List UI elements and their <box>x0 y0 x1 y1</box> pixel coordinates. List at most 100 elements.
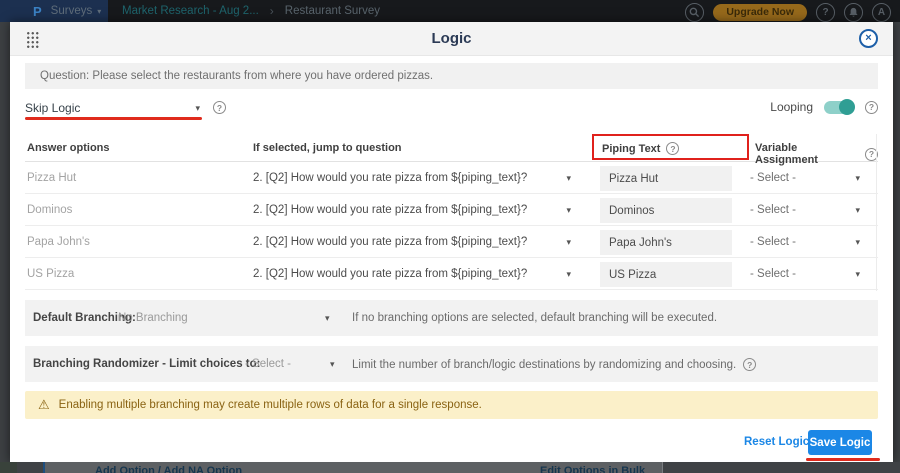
breadcrumb-parent-link[interactable]: Market Research - Aug 2... <box>122 5 259 17</box>
piping-text-help-icon[interactable]: ? <box>666 142 679 155</box>
jump-to-question-value: 2. [Q2] How would you rate pizza from ${… <box>253 204 527 216</box>
annotation-underline-save-logic <box>806 458 880 461</box>
variable-assignment-value: - Select - <box>750 268 796 280</box>
add-option-link: Add Option / Add NA Option <box>95 465 242 473</box>
jump-to-question-select[interactable]: 2. [Q2] How would you rate pizza from ${… <box>253 172 571 184</box>
caret-down-icon: ▾ <box>855 269 860 280</box>
branching-randomizer-help-icon[interactable]: ? <box>743 358 756 371</box>
table-row: Pizza Hut 2. [Q2] How would you rate piz… <box>25 162 878 194</box>
drag-handle-icon[interactable] <box>26 31 39 49</box>
questionpro-logo: P <box>33 4 42 19</box>
variable-assignment-value: - Select - <box>750 204 796 216</box>
variable-assignment-select[interactable]: - Select - ▾ <box>750 236 860 248</box>
breadcrumb-current: Restaurant Survey <box>285 5 380 17</box>
warning-text: Enabling multiple branching may create m… <box>59 399 482 411</box>
column-header-answer-options: Answer options <box>27 142 110 154</box>
caret-down-icon[interactable]: ▾ <box>330 359 335 370</box>
piping-text-input[interactable] <box>600 230 732 255</box>
breadcrumb: Market Research - Aug 2... › Restaurant … <box>122 0 380 22</box>
table-row: Papa John's 2. [Q2] How would you rate p… <box>25 226 878 258</box>
variable-assignment-select[interactable]: - Select - ▾ <box>750 204 860 216</box>
caret-down-icon: ▾ <box>566 237 571 248</box>
caret-down-icon: ▾ <box>566 269 571 280</box>
surveys-nav-menu[interactable]: P Surveys ▾ <box>0 0 108 22</box>
dialog-body: Question: Please select the restaurants … <box>10 56 893 461</box>
topbar-actions: Upgrade Now ? A <box>685 2 891 22</box>
jump-to-question-value: 2. [Q2] How would you rate pizza from ${… <box>253 236 527 248</box>
caret-down-icon: ▾ <box>855 205 860 216</box>
chevron-down-icon: ▾ <box>97 7 101 16</box>
branching-randomizer-help-text: Limit the number of branch/logic destina… <box>352 358 756 371</box>
save-logic-button[interactable]: Save Logic <box>808 430 872 455</box>
reset-logic-link[interactable]: Reset Logic <box>744 436 809 448</box>
looping-help-icon[interactable]: ? <box>865 101 878 114</box>
branching-randomizer-help-label: Limit the number of branch/logic destina… <box>352 359 736 371</box>
dimmed-corner-block <box>0 462 17 473</box>
jump-to-question-value: 2. [Q2] How would you rate pizza from ${… <box>253 268 527 280</box>
piping-text-header-label: Piping Text <box>602 143 660 155</box>
logic-table-rows: Pizza Hut 2. [Q2] How would you rate piz… <box>25 162 878 290</box>
caret-down-icon: ▾ <box>566 205 571 216</box>
variable-assignment-select[interactable]: - Select - ▾ <box>750 172 860 184</box>
logic-type-select[interactable]: Skip Logic ▾ <box>25 99 200 117</box>
jump-to-question-value: 2. [Q2] How would you rate pizza from ${… <box>253 172 527 184</box>
looping-control: Looping ? <box>770 100 878 114</box>
dimmed-question-accent-line <box>43 462 45 473</box>
dialog-title: Logic <box>432 30 472 47</box>
variable-assignment-select[interactable]: - Select - ▾ <box>750 268 860 280</box>
variable-assignment-value: - Select - <box>750 172 796 184</box>
skip-logic-help-icon[interactable]: ? <box>213 101 226 114</box>
question-text: Question: Please select the restaurants … <box>40 70 433 82</box>
default-branching-section: Default Branching: No Branching ▾ If no … <box>25 300 878 336</box>
default-branching-help-text: If no branching options are selected, de… <box>352 312 717 324</box>
logic-type-value: Skip Logic <box>25 101 80 115</box>
table-row: US Pizza 2. [Q2] How would you rate pizz… <box>25 258 878 290</box>
question-bar: Question: Please select the restaurants … <box>25 63 878 89</box>
jump-to-question-select[interactable]: 2. [Q2] How would you rate pizza from ${… <box>253 236 571 248</box>
search-icon-glyph <box>689 7 700 18</box>
jump-to-question-select[interactable]: 2. [Q2] How would you rate pizza from ${… <box>253 204 571 216</box>
user-avatar[interactable]: A <box>872 3 891 22</box>
search-icon[interactable] <box>685 3 704 22</box>
piping-text-input[interactable] <box>600 198 732 223</box>
logic-dialog: Logic × Question: Please select the rest… <box>10 22 893 462</box>
app-screen: P Surveys ▾ Market Research - Aug 2... ›… <box>0 0 900 473</box>
caret-down-icon: ▾ <box>855 237 860 248</box>
piping-text-input[interactable] <box>600 166 732 191</box>
close-icon[interactable]: × <box>859 29 878 48</box>
answer-option-label: US Pizza <box>27 268 74 280</box>
upgrade-now-button[interactable]: Upgrade Now <box>713 4 807 21</box>
caret-down-icon: ▾ <box>195 103 200 114</box>
caret-down-icon: ▾ <box>855 173 860 184</box>
annotation-underline-skip-logic <box>25 117 202 120</box>
help-icon[interactable]: ? <box>816 3 835 22</box>
piping-text-input[interactable] <box>600 262 732 287</box>
looping-toggle[interactable] <box>824 101 854 114</box>
bell-icon-glyph <box>848 7 859 18</box>
branching-randomizer-section: Branching Randomizer - Limit choices to:… <box>25 346 878 382</box>
dialog-header: Logic × <box>10 22 893 56</box>
column-header-piping-text: Piping Text ? <box>602 142 679 155</box>
answer-option-label: Pizza Hut <box>27 172 76 184</box>
dimmed-page-strip: Add Option / Add NA Option Edit Options … <box>0 462 900 473</box>
app-topbar: P Surveys ▾ Market Research - Aug 2... ›… <box>0 0 900 22</box>
caret-down-icon[interactable]: ▾ <box>325 313 330 324</box>
column-header-jump-to-question: If selected, jump to question <box>253 142 402 154</box>
warning-banner: ⚠ Enabling multiple branching may create… <box>25 391 878 419</box>
logic-table-header: Answer options If selected, jump to ques… <box>25 134 878 162</box>
answer-option-label: Papa John's <box>27 236 90 248</box>
notifications-bell-icon[interactable] <box>844 3 863 22</box>
table-row: Dominos 2. [Q2] How would you rate pizza… <box>25 194 878 226</box>
caret-down-icon: ▾ <box>566 173 571 184</box>
warning-triangle-icon: ⚠ <box>38 397 50 413</box>
jump-to-question-select[interactable]: 2. [Q2] How would you rate pizza from ${… <box>253 268 571 280</box>
breadcrumb-separator: › <box>270 4 274 18</box>
branching-randomizer-label: Branching Randomizer - Limit choices to: <box>33 358 260 370</box>
surveys-nav-label: Surveys <box>51 5 93 17</box>
branching-randomizer-select[interactable]: - Select - <box>245 358 291 370</box>
default-branching-select[interactable]: No Branching <box>118 312 188 324</box>
variable-assignment-value: - Select - <box>750 236 796 248</box>
answer-option-label: Dominos <box>27 204 72 216</box>
edit-options-bulk-link: Edit Options in Bulk <box>540 465 645 473</box>
looping-label: Looping <box>770 100 813 114</box>
